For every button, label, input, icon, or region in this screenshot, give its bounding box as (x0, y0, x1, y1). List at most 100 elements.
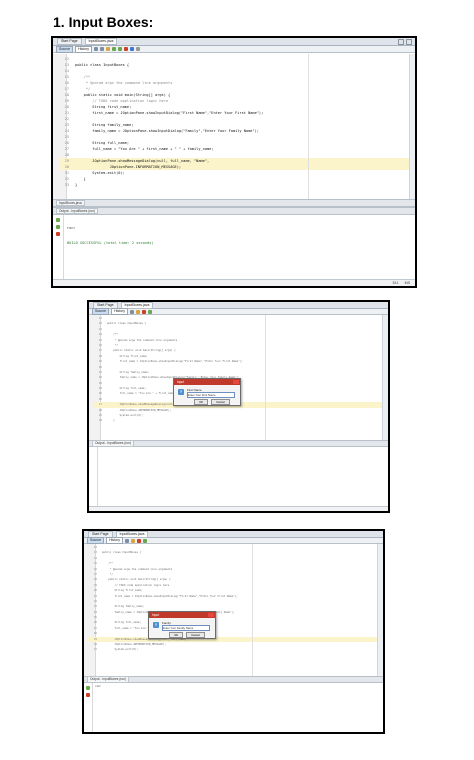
output-tab[interactable]: Output - InputBoxes (run) (56, 207, 98, 215)
cancel-button[interactable]: Cancel (211, 399, 230, 405)
stop-run-icon[interactable] (86, 693, 90, 697)
tab-inputboxes-java[interactable]: InputBoxes.java (84, 38, 118, 45)
cancel-button[interactable]: Cancel (186, 632, 205, 638)
code-text: String family_name; (75, 123, 134, 127)
search-icon[interactable] (105, 47, 110, 51)
source-button[interactable]: Source (92, 308, 110, 315)
editor-scrollbar[interactable] (409, 54, 415, 199)
code-line: 30 } (93, 418, 382, 423)
output-panel (89, 447, 388, 511)
code-text: System.exit(0); (75, 171, 125, 175)
ok-button[interactable]: OK (169, 632, 184, 638)
code-editor[interactable]: 12 13 public class InputBoxes {14 15 /** 16 … (59, 56, 409, 198)
code-text: family_name = JOptionPane.showInputDialo… (75, 129, 259, 133)
back-icon[interactable] (129, 309, 134, 314)
source-button[interactable]: Source (56, 45, 74, 53)
line-number: 30 (98, 419, 102, 423)
search-icon[interactable] (135, 309, 140, 314)
editor-scrollbar[interactable] (382, 315, 388, 440)
code-text: full_name = "You Are " + first_name + " … (75, 147, 214, 151)
output-side-toolbar (84, 683, 93, 732)
right-margin-guide (252, 544, 253, 676)
editor-toolbar: Source History (53, 45, 415, 53)
back-icon[interactable] (124, 538, 129, 543)
status-bar: 33:1 INS (53, 279, 415, 286)
code-text: // TODO code application logic here (75, 99, 169, 103)
editor-toolbar: Source History (84, 537, 383, 544)
editor-tab-bar: Start Page InputBoxes.java (89, 302, 388, 309)
code-text: String first_name; (75, 105, 132, 109)
editor-tab-bar: Start Page InputBoxes.java (84, 531, 383, 538)
code-text: public static void main(String[] args) { (102, 578, 171, 582)
code-text: String full_name; (102, 621, 142, 625)
dialog-title: Input (149, 612, 215, 618)
dialog-input-field[interactable]: Enter Your First Name (187, 392, 235, 398)
code-editor[interactable]: 12 13 public class InputBoxes {14 15 /** 16 … (88, 545, 377, 675)
code-text: * @param args the command line arguments (75, 81, 173, 85)
dialog-input-field[interactable]: Enter Your Family Name (162, 625, 210, 631)
ok-button[interactable]: OK (194, 399, 209, 405)
stop-run-icon[interactable] (56, 232, 60, 236)
search-icon[interactable] (130, 538, 135, 543)
code-text: String full_name; (75, 141, 130, 145)
stop-icon[interactable] (123, 47, 128, 51)
bookmark-icon[interactable] (117, 47, 122, 51)
output-tab[interactable]: Output - InputBoxes (run) (87, 676, 129, 683)
navigator-bar: InputBoxes.java (53, 199, 415, 207)
forward-icon[interactable] (99, 47, 104, 51)
line-number: 33 (64, 183, 69, 187)
close-icon[interactable] (233, 380, 239, 384)
dialog-title: Input (174, 379, 240, 385)
code-text: first_name = JOptionPane.showInputDialog… (75, 111, 264, 115)
rerun-debug-icon[interactable] (56, 225, 60, 229)
rerun-icon[interactable] (86, 686, 90, 690)
history-button[interactable]: History (75, 45, 92, 53)
comment-icon[interactable] (135, 47, 140, 51)
dialog-buttons: OK Cancel (192, 399, 232, 405)
editor-scrollbar[interactable] (377, 544, 383, 676)
navigator-tab[interactable]: InputBoxes.java (56, 199, 85, 207)
code-text: JOptionPane.INFORMATION_MESSAGE); (107, 408, 172, 412)
source-button[interactable]: Source (87, 537, 105, 544)
back-icon[interactable] (93, 47, 98, 51)
output-title-bar: Output - InputBoxes (run) (53, 207, 415, 215)
stop-icon[interactable] (136, 538, 141, 543)
tab-start-page[interactable]: Start Page (57, 38, 82, 45)
run-icon[interactable] (142, 538, 147, 543)
code-text: JOptionPane.INFORMATION_MESSAGE); (102, 643, 167, 647)
code-text: System.exit(0); (107, 414, 143, 418)
history-button[interactable]: History (111, 308, 128, 315)
history-button[interactable]: History (106, 537, 123, 544)
find-next-icon[interactable] (111, 47, 116, 51)
code-text: } (107, 419, 115, 423)
maximize-icon[interactable] (406, 38, 412, 45)
rerun-icon[interactable] (56, 218, 60, 222)
cursor-position: 33:1 (392, 281, 399, 285)
code-text: public class InputBoxes { (107, 322, 147, 326)
insert-mode: INS (404, 281, 410, 285)
code-text: */ (107, 343, 118, 347)
editor-toolbar: Source History (89, 308, 388, 315)
code-text: /** (107, 333, 118, 337)
output-tab[interactable]: Output - InputBoxes (run) (92, 440, 134, 447)
stop-icon[interactable] (141, 309, 146, 314)
dialog-buttons: OK Cancel (167, 632, 207, 638)
run-icon[interactable] (147, 309, 152, 314)
window-controls (398, 38, 415, 45)
right-margin-guide (265, 315, 266, 440)
code-text: /** (102, 562, 113, 566)
code-text: */ (102, 572, 113, 576)
screenshot-netbeans-editor: Start Page InputBoxes.java Source Histor… (51, 36, 417, 288)
code-text: public class InputBoxes { (102, 551, 142, 555)
question-icon: ? (153, 622, 159, 628)
minimize-icon[interactable] (398, 38, 404, 45)
code-text: String family_name; (102, 605, 145, 609)
output-side-toolbar (53, 215, 64, 283)
code-text: String full_name; (107, 387, 147, 391)
output-line: BUILD SUCCESSFUL (total time: 2 seconds) (67, 241, 154, 245)
close-icon[interactable] (208, 613, 214, 617)
code-text: * @param args the command line arguments (102, 567, 173, 571)
code-text: } (75, 183, 78, 187)
code-text: first_name = JOptionPane.showInputDialog… (102, 594, 238, 598)
run-icon[interactable] (129, 47, 134, 51)
